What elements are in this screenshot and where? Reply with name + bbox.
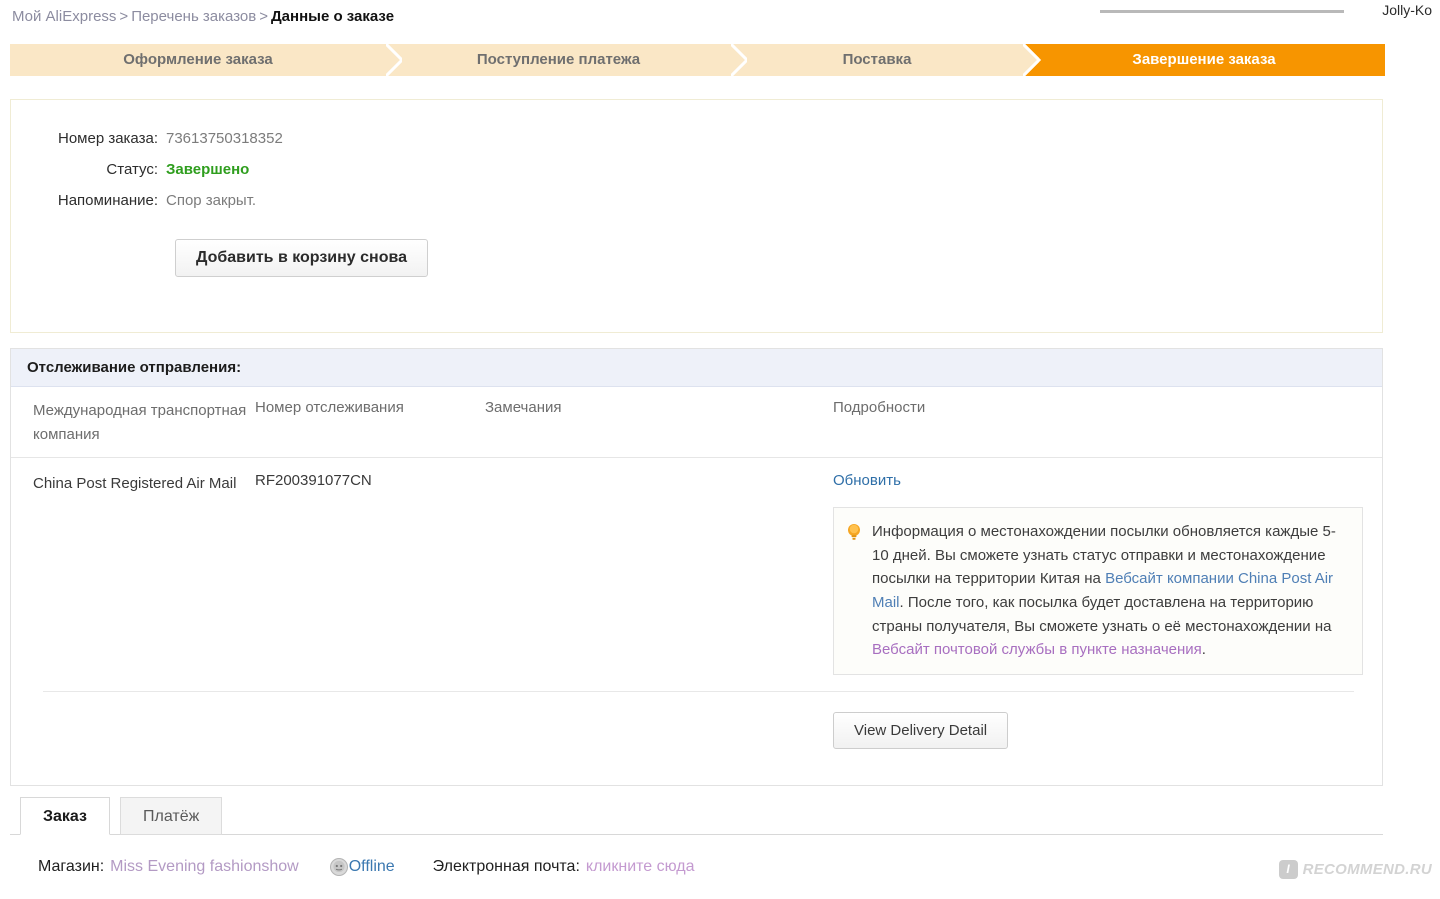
shipment-tracking-panel: Отслеживание отправления: Международная … [10, 348, 1383, 786]
tab-payment[interactable]: Платёж [120, 797, 223, 835]
lightbulb-icon [848, 524, 860, 540]
cell-notes [485, 472, 833, 675]
cell-tracking-number: RF200391077CN [255, 472, 372, 489]
cell-details: Обновить Информация о местонахождении по… [833, 472, 1363, 676]
order-number-label: Номер заказа: [57, 130, 158, 147]
shop-name-link[interactable]: Miss Evening fashionshow [110, 858, 299, 876]
delivery-section-divider [43, 691, 1354, 692]
order-status-row: Статус: Завершено [11, 161, 1382, 178]
step-chevron-icon [386, 44, 402, 76]
column-header-carrier: Международная транспортная компания [33, 402, 247, 443]
tracking-table-header: Международная транспортная компания Номе… [11, 387, 1382, 458]
shop-info-row: Магазин: Miss Evening fashionshow Offlin… [38, 857, 695, 877]
order-reminder-label: Напоминание: [57, 192, 158, 209]
tracking-info-box: Информация о местонахождении посылки обн… [833, 507, 1363, 676]
step-delivery-label: Поставка [842, 51, 912, 68]
tracking-info-text: Информация о местонахождении посылки обн… [872, 520, 1348, 662]
order-status-badge: Завершено [166, 161, 250, 178]
breadcrumb-separator-2: > [259, 8, 268, 25]
shop-label: Магазин: [38, 858, 105, 875]
table-row: China Post Registered Air Mail RF2003910… [11, 458, 1382, 676]
info-text-part-2: . После того, как посылка будет доставле… [872, 594, 1332, 635]
column-header-notes: Замечания [485, 399, 562, 416]
order-number-row: Номер заказа: 73613750318352 [11, 130, 1382, 147]
step-delivery: Поставка [731, 44, 1039, 76]
order-summary-rows: Номер заказа: 73613750318352 Статус: Зав… [11, 100, 1382, 209]
step-order-placed: Оформление заказа [10, 44, 402, 76]
breadcrumb-item-order-details: Данные о заказе [271, 8, 395, 25]
tab-order-label: Заказ [43, 808, 87, 825]
watermark-text: RECOMMEND.RU [1302, 861, 1432, 878]
column-header-details: Подробности [833, 399, 926, 416]
order-status-label: Статус: [106, 161, 158, 178]
order-reminder-row: Напоминание: Спор закрыт. [11, 192, 1382, 209]
breadcrumb-item-order-list[interactable]: Перечень заказов [131, 8, 256, 25]
order-progress-steps: Оформление заказа Поступление платежа По… [10, 44, 1385, 76]
tracking-section-title: Отслеживание отправления: [11, 349, 1382, 387]
breadcrumb-separator-1: > [119, 8, 129, 25]
step-order-completed: Завершение заказа [1023, 44, 1385, 76]
order-summary-panel: Номер заказа: 73613750318352 Статус: Зав… [10, 99, 1383, 333]
order-reminder-value: Спор закрыт. [166, 192, 257, 209]
info-text-part-3: . [1201, 641, 1206, 659]
irecommend-watermark: I RECOMMEND.RU [1278, 860, 1432, 879]
email-click-here-link[interactable]: кликните сюда [586, 858, 695, 876]
tab-order[interactable]: Заказ [20, 797, 110, 835]
watermark-badge-icon: I [1278, 860, 1298, 879]
top-bar: Мой AliExpress > Перечень заказов > Данные о… [0, 0, 1440, 34]
offline-chat-icon [329, 858, 348, 876]
offline-status-label: Offline [348, 858, 395, 875]
cell-carrier: China Post Registered Air Mail [33, 475, 237, 492]
view-delivery-detail-button[interactable]: View Delivery Detail [833, 712, 1009, 749]
step-payment-received-label: Поступление платежа [476, 51, 641, 68]
tab-payment-label: Платёж [143, 808, 200, 825]
step-payment-received: Поступление платежа [386, 44, 747, 76]
add-to-cart-again-button[interactable]: Добавить в корзину снова [175, 239, 429, 277]
email-label: Электронная почта: [432, 858, 580, 875]
step-chevron-icon [1023, 44, 1039, 76]
order-number-value: 73613750318352 [166, 130, 283, 147]
step-order-placed-label: Оформление заказа [123, 51, 273, 68]
header-divider-line [1100, 10, 1344, 13]
seller-presence-status[interactable]: Offline [329, 857, 395, 877]
breadcrumb-item-my-aliexpress[interactable]: Мой AliExpress [12, 8, 116, 25]
refresh-tracking-link[interactable]: Обновить [833, 472, 901, 489]
breadcrumb: Мой AliExpress > Перечень заказов > Данные о… [12, 8, 394, 25]
bottom-tabs: Заказ Платёж [10, 797, 1383, 835]
user-name[interactable]: Jolly-Ko [1382, 2, 1432, 18]
column-header-tracking-number: Номер отслеживания [255, 399, 404, 416]
destination-post-website-link[interactable]: Вебсайт почтовой службы в пункте назначе… [872, 641, 1202, 658]
step-chevron-icon [731, 44, 747, 76]
step-order-completed-label: Завершение заказа [1132, 51, 1276, 68]
